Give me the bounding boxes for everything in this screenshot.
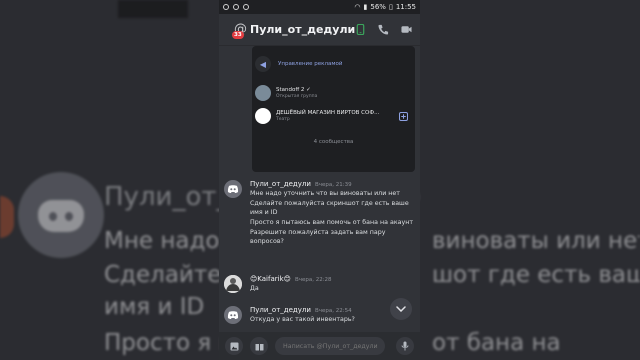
- message-time: Вчера, 21:39: [314, 182, 352, 188]
- ads-row[interactable]: ◀ Управление рекламой: [255, 56, 342, 72]
- gift-icon: [255, 343, 263, 350]
- background-photo: [118, 0, 188, 18]
- message-text: Просто я пытаюсь вам помочь от бана на а…: [250, 219, 414, 226]
- community-count: 4 сообщества: [313, 139, 354, 145]
- status-notifications: [223, 4, 249, 10]
- community-avatar: [255, 85, 271, 101]
- gift-button[interactable]: [250, 337, 268, 355]
- ads-label: Управление рекламой: [278, 61, 343, 67]
- message-input[interactable]: [275, 337, 385, 355]
- avatar[interactable]: [224, 180, 242, 198]
- battery-percent: 56%: [370, 3, 386, 11]
- background-red-blob: [0, 196, 14, 238]
- channel-header: 33 @ Пули_от_дедули: [219, 14, 420, 46]
- battery-icon: ▯: [388, 3, 393, 11]
- chevron-down-icon: [396, 306, 406, 312]
- voice-message-button[interactable]: [396, 337, 414, 355]
- notification-icon: [243, 4, 249, 10]
- microphone-icon: [401, 341, 409, 351]
- message[interactable]: Пули_от_дедули Вчера, 22:54 Откуда у вас…: [224, 306, 415, 324]
- video-camera-icon[interactable]: [401, 24, 412, 35]
- message-feed[interactable]: ◀ Управление рекламой Standoff 2 ✓ Откры…: [219, 46, 420, 332]
- phone-icon[interactable]: [355, 24, 366, 35]
- message[interactable]: Пули_от_дедули Вчера, 21:39 Мне надо уто…: [224, 180, 415, 246]
- community-item[interactable]: ДЕШЁВЫЙ МАГАЗИН ВИРТОВ СОФ... Театр: [255, 108, 379, 124]
- clock: 11:55: [395, 3, 416, 11]
- background-line: имя и ID: [104, 294, 205, 320]
- notification-icon: [233, 4, 239, 10]
- discord-logo-icon: [227, 311, 239, 319]
- message-text: Разрешите пожалуйста задать вам пару воп…: [250, 229, 386, 245]
- background-line: шот где есть ваше: [432, 262, 640, 288]
- message-author[interactable]: 😊Kaifarik😊: [250, 275, 291, 283]
- message[interactable]: 😊Kaifarik😊 Вчера, 22:28 Да: [224, 275, 415, 293]
- community-name: Standoff 2 ✓: [276, 87, 311, 93]
- screenshot-embed[interactable]: ◀ Управление рекламой Standoff 2 ✓ Откры…: [252, 46, 415, 172]
- image-icon: [230, 342, 238, 350]
- message-composer: [219, 332, 420, 360]
- signal-icon: ▮: [363, 3, 368, 11]
- channel-title[interactable]: Пули_от_дедули: [250, 23, 355, 36]
- discord-logo-icon: [227, 185, 239, 193]
- message-time: Вчера, 22:54: [314, 308, 352, 314]
- message-text: Сделайте пожалуйста скриншот где есть ва…: [250, 200, 409, 216]
- attach-image-button[interactable]: [225, 337, 243, 355]
- message-time: Вчера, 22:28: [294, 277, 332, 283]
- megaphone-icon: ◀: [255, 56, 271, 72]
- background-logo-eye: [65, 212, 73, 221]
- community-item[interactable]: Standoff 2 ✓ Открытая группа: [255, 85, 317, 101]
- community-avatar: [255, 108, 271, 124]
- message-text: Да: [250, 285, 259, 292]
- community-subtitle: Открытая группа: [276, 94, 318, 99]
- message-text: Мне надо уточнить что вы виноваты или не…: [250, 190, 400, 197]
- community-subtitle: Театр: [276, 117, 290, 122]
- user-photo-icon: [224, 275, 242, 293]
- call-icon[interactable]: [378, 24, 389, 35]
- header-actions: [355, 24, 420, 35]
- avatar[interactable]: [224, 275, 242, 293]
- background-line: Просто я п: [104, 330, 234, 356]
- status-bar: ◠ ▮ 56% ▯ 11:55: [219, 0, 420, 14]
- status-system: ◠ ▮ 56% ▯ 11:55: [354, 3, 416, 11]
- notification-icon: [223, 4, 229, 10]
- background-line: виноваты или нет: [432, 228, 640, 254]
- message-text: Откуда у вас такой инвентарь?: [250, 316, 355, 323]
- message-author[interactable]: Пули_от_дедули: [250, 180, 311, 188]
- background-logo-eye: [49, 212, 57, 221]
- background-discord-logo: [38, 200, 84, 232]
- background-line: от бана на: [432, 330, 561, 356]
- phone-screen: ◠ ▮ 56% ▯ 11:55 33 @ Пули_от_дедули ◀ Уп…: [219, 0, 420, 360]
- wifi-icon: ◠: [354, 3, 361, 11]
- avatar[interactable]: [224, 306, 242, 324]
- scroll-to-bottom-button[interactable]: [390, 298, 412, 320]
- community-name: ДЕШЁВЫЙ МАГАЗИН ВИРТОВ СОФ...: [276, 110, 380, 116]
- plus-icon[interactable]: [399, 112, 408, 121]
- notification-badge: 33: [232, 30, 244, 39]
- message-author[interactable]: Пули_от_дедули: [250, 306, 311, 314]
